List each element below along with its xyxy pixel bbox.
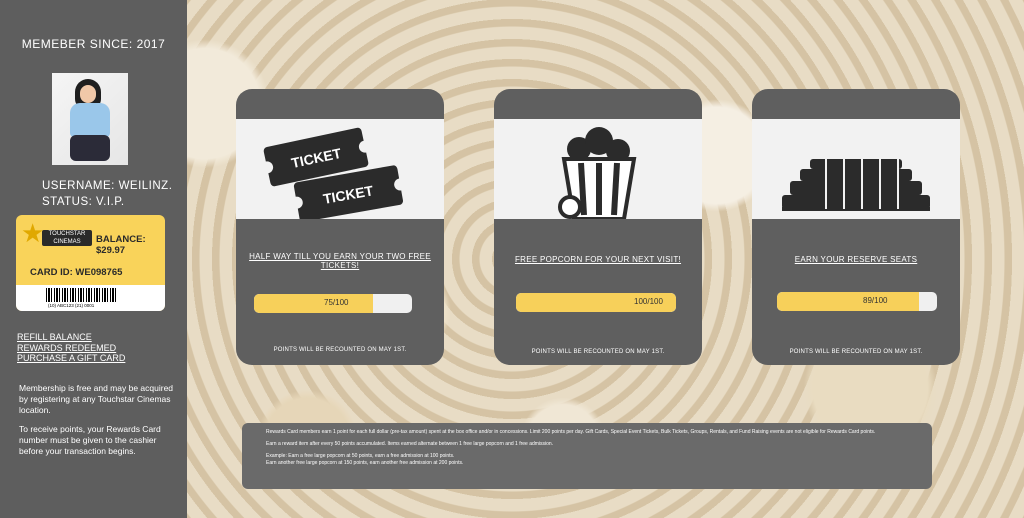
reward-title: FREE POPCORN FOR YOUR NEXT VISIT! — [514, 255, 682, 264]
progress-bar: 75/100 — [254, 294, 412, 313]
barcode: (10) ABC123 (21) 0001 — [16, 285, 165, 311]
progress-fill — [254, 294, 373, 313]
rewards-card: ★ TOUCHSTAR CINEMAS BALANCE: $29.97 CARD… — [16, 215, 165, 311]
sidebar-links: REFILL BALANCE REWARDS REDEEMED PURCHASE… — [17, 332, 125, 364]
reward-title: EARN YOUR RESERVE SEATS — [794, 255, 918, 264]
terms-paragraph-3: Example: Earn a free large popcorn at 50… — [266, 453, 908, 467]
barcode-number: (10) ABC123 (21) 0001 — [48, 303, 95, 308]
progress-fill — [777, 292, 920, 311]
card-balance: BALANCE: $29.97 — [96, 234, 146, 256]
purchase-gift-card-link[interactable]: PURCHASE A GIFT CARD — [17, 353, 125, 364]
reward-image-area — [494, 119, 702, 221]
seats-icon — [782, 159, 930, 211]
barcode-icon — [46, 288, 116, 302]
card-id: CARD ID: WE098765 — [30, 267, 123, 278]
terms-paragraph-2: Earn a reward item after every 50 points… — [266, 441, 554, 447]
touchstar-logo: TOUCHSTAR CINEMAS — [42, 230, 92, 246]
reward-image-area — [752, 119, 960, 219]
recount-note: POINTS WILL BE RECOUNTED ON MAY 1ST. — [789, 349, 923, 355]
recount-note: POINTS WILL BE RECOUNTED ON MAY 1ST. — [273, 347, 407, 353]
reward-title: HALF WAY TILL YOU EARN YOUR TWO FREE TIC… — [249, 252, 431, 270]
reward-image-area: TICKET TICKET — [236, 119, 444, 222]
terms-paragraph-1: Rewards Card members earn 1 point for ea… — [266, 429, 876, 435]
progress-bar: 89/100 — [777, 292, 937, 311]
username: USERNAME: WEILINZ. — [42, 180, 173, 192]
progress-text: 75/100 — [324, 298, 349, 307]
avatar-legs — [70, 135, 110, 161]
reward-panel-popcorn: FREE POPCORN FOR YOUR NEXT VISIT! 100/10… — [494, 89, 702, 365]
popcorn-icon — [558, 127, 637, 221]
star-icon: ★ — [21, 218, 45, 248]
ticket-icon: TICKET TICKET — [261, 127, 407, 222]
reward-panel-seats: EARN YOUR RESERVE SEATS 89/100 POINTS WI… — [752, 89, 960, 365]
avatar-face — [80, 85, 96, 103]
status: STATUS: V.I.P. — [42, 196, 125, 208]
avatar-body — [70, 103, 110, 137]
recount-note: POINTS WILL BE RECOUNTED ON MAY 1ST. — [531, 349, 665, 355]
rewards-redeemed-link[interactable]: REWARDS REDEEMED — [17, 343, 125, 354]
terms-example-line-1: Example: Earn a free large popcorn at 50… — [266, 453, 455, 459]
progress-text: 89/100 — [863, 296, 888, 305]
terms-example-line-2: Earn another free large popcorn at 150 p… — [266, 460, 464, 466]
membership-info: Membership is free and may be acquired b… — [19, 383, 174, 415]
rewards-terms: Rewards Card members earn 1 point for ea… — [242, 423, 932, 489]
points-info: To receive points, your Rewards Card num… — [19, 424, 161, 456]
refill-balance-link[interactable]: REFILL BALANCE — [17, 332, 125, 343]
sidebar: MEMEBER SINCE: 2017 USERNAME: WEILINZ. S… — [0, 0, 187, 518]
reward-panel-tickets: TICKET TICKET HALF WAY TILL YOU EARN YOU… — [236, 89, 444, 365]
progress-text: 100/100 — [634, 297, 663, 306]
progress-bar: 100/100 — [516, 293, 676, 312]
avatar — [52, 73, 128, 165]
member-since: MEMEBER SINCE: 2017 — [21, 37, 166, 51]
